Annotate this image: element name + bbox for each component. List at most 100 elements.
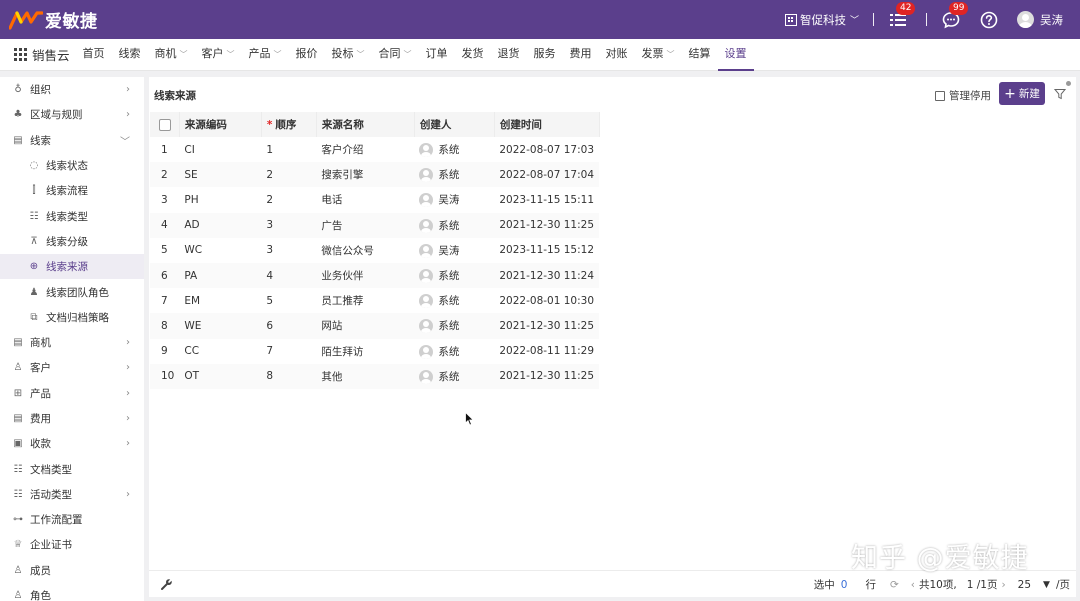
sidebar-item-11[interactable]: ♙ 客户 › bbox=[0, 355, 144, 380]
row-number-text: 7 bbox=[161, 294, 168, 307]
sidebar-item-5[interactable]: ☷ 线索类型 bbox=[0, 203, 144, 228]
nav-item-1[interactable]: 线索 bbox=[112, 39, 148, 71]
nav-item-6[interactable]: 投标 ﹀ bbox=[325, 39, 372, 71]
next-page-icon[interactable]: › bbox=[1001, 579, 1005, 591]
table-row[interactable]: 5 WC 3 微信公众号 吴涛 2023-11-15 15:12 bbox=[150, 238, 599, 263]
nav-item-12[interactable]: 费用 bbox=[563, 39, 599, 71]
wrench-icon[interactable] bbox=[160, 578, 173, 591]
prev-page-icon[interactable]: ‹ bbox=[911, 579, 915, 591]
creator-avatar-icon bbox=[419, 243, 434, 258]
table-row[interactable]: 9 CC 7 陌生拜访 系统 2022-08-11 11:29 bbox=[150, 339, 599, 364]
column-header-creator[interactable]: 创建人 bbox=[414, 112, 495, 137]
nav-item-5[interactable]: 报价 bbox=[289, 39, 325, 71]
avatar bbox=[1017, 11, 1034, 28]
nav-item-10[interactable]: 退货 bbox=[491, 39, 527, 71]
brand-logo[interactable]: 爱敏捷 bbox=[9, 7, 98, 32]
sidebar-item-20[interactable]: ♙ 角色 bbox=[0, 583, 144, 601]
sidebar-item-13[interactable]: ▤ 费用 › bbox=[0, 406, 144, 431]
nav-item-16[interactable]: 设置 bbox=[717, 39, 754, 71]
creator-cell-text: 系统 bbox=[438, 169, 460, 182]
table-row[interactable]: 10 OT 8 其他 系统 2021-12-30 11:25 bbox=[150, 363, 599, 389]
nav-item-8[interactable]: 订单 bbox=[419, 39, 455, 71]
building-icon bbox=[784, 13, 797, 26]
nav-item-0[interactable]: 首页 bbox=[76, 39, 112, 71]
sidebar-item-15[interactable]: ☷ 文档类型 bbox=[0, 456, 144, 481]
source-code-link[interactable]: AD bbox=[179, 212, 262, 238]
nav-item-13[interactable]: 对账 bbox=[599, 39, 635, 71]
nav-item-2[interactable]: 商机 ﹀ bbox=[148, 39, 195, 71]
source-code-link[interactable]: OT bbox=[179, 363, 262, 389]
table-row[interactable]: 8 WE 6 网站 系统 2021-12-30 11:25 bbox=[150, 313, 599, 339]
nav-item-11[interactable]: 服务 bbox=[527, 39, 563, 71]
table-row[interactable]: 7 EM 5 员工推荐 系统 2022-08-01 10:30 bbox=[150, 288, 599, 313]
source-code-link[interactable]: WC bbox=[179, 238, 261, 263]
help-button[interactable] bbox=[979, 10, 999, 30]
creator-cell: 吴涛 bbox=[414, 238, 494, 263]
tasks-badge: 42 bbox=[896, 1, 916, 15]
table-header-row: 来源编码 * 顺序 来源名称 创建人 创建时间 bbox=[150, 112, 600, 137]
column-header-code[interactable]: 来源编码 bbox=[179, 112, 262, 137]
refresh-icon[interactable]: ⟳ bbox=[890, 579, 899, 591]
sidebar-item-2[interactable]: ▤ 线索 ﹀ bbox=[0, 128, 144, 153]
app-switcher[interactable]: 销售云 bbox=[14, 45, 70, 64]
sidebar-item-14[interactable]: ▣ 收款 › bbox=[0, 431, 144, 456]
nav-item-14[interactable]: 发票 ﹀ bbox=[635, 39, 682, 71]
source-code-link[interactable]: PH bbox=[179, 187, 261, 212]
nav-item-label: 对账 bbox=[605, 46, 628, 60]
sidebar-item-9[interactable]: ⧉ 文档归档策略 bbox=[0, 305, 144, 330]
source-code-link[interactable]: SE bbox=[179, 162, 262, 188]
sidebar-item-4[interactable]: ⫿ 线索流程 bbox=[0, 178, 144, 203]
sidebar-item-6[interactable]: ⊼ 线索分级 bbox=[0, 229, 144, 254]
column-header-created[interactable]: 创建时间 bbox=[494, 112, 600, 137]
source-code-link[interactable]: CC bbox=[179, 339, 261, 364]
sidebar-item-12[interactable]: ⊞ 产品 › bbox=[0, 381, 144, 406]
new-button[interactable]: + 新建 bbox=[999, 82, 1045, 105]
sidebar-item-16[interactable]: ☷ 活动类型 › bbox=[0, 482, 144, 507]
source-code-link[interactable]: EM bbox=[179, 288, 261, 313]
filter-icon[interactable] bbox=[1054, 88, 1066, 100]
sidebar-item-1[interactable]: ♣ 区域与规则 › bbox=[0, 102, 144, 127]
sidebar-item-10[interactable]: ▤ 商机 › bbox=[0, 330, 144, 355]
nav-item-15[interactable]: 结算 bbox=[682, 39, 718, 71]
sidebar-item-label: 费用 bbox=[30, 413, 51, 425]
select-all-checkbox[interactable] bbox=[159, 118, 171, 131]
panel-title: 线索来源 bbox=[154, 90, 196, 102]
column-header-order[interactable]: * 顺序 bbox=[261, 112, 317, 137]
table-row[interactable]: 3 PH 2 电话 吴涛 2023-11-15 15:11 bbox=[150, 187, 599, 212]
nav-item-7[interactable]: 合同 ﹀ bbox=[372, 39, 419, 71]
table-row[interactable]: 6 PA 4 业务伙伴 系统 2021-12-30 11:24 bbox=[150, 262, 599, 289]
sidebar-item-label: 产品 bbox=[30, 387, 51, 400]
table-row[interactable]: 2 SE 2 搜索引擎 系统 2022-08-07 17:04 bbox=[150, 162, 599, 188]
user-menu[interactable]: 吴涛 bbox=[1017, 11, 1063, 28]
nav-item-3[interactable]: 客户 ﹀ bbox=[195, 39, 242, 71]
table-row[interactable]: 4 AD 3 广告 系统 2021-12-30 11:25 bbox=[150, 212, 599, 238]
sidebar-item-3[interactable]: ◌ 线索状态 bbox=[0, 153, 144, 178]
manage-disabled-button[interactable]: 管理停用 bbox=[935, 88, 991, 103]
column-header-order-label: 顺序 bbox=[275, 119, 297, 131]
messages-button[interactable]: 99 bbox=[941, 1, 969, 30]
sidebar-item-0[interactable]: ♁ 组织 › bbox=[0, 77, 144, 102]
created-time-cell: 2023-11-15 15:11 bbox=[494, 187, 599, 212]
sidebar-item-18[interactable]: ♕ 企业证书 bbox=[0, 532, 144, 557]
source-name-cell-text: 微信公众号 bbox=[321, 244, 374, 257]
row-number-text: 9 bbox=[161, 345, 168, 358]
source-code-link[interactable]: PA bbox=[179, 262, 262, 289]
nav-item-4[interactable]: 产品 ﹀ bbox=[242, 39, 289, 71]
sidebar-item-8[interactable]: ♟ 线索团队角色 bbox=[0, 279, 144, 304]
sidebar-item-17[interactable]: ⊶ 工作流配置 bbox=[0, 507, 144, 532]
company-switcher[interactable]: 智促科技 ﹀ bbox=[784, 12, 859, 28]
row-number-text: 1 bbox=[161, 143, 168, 156]
table-row[interactable]: 1 CI 1 客户介绍 系统 2022-08-07 17:03 bbox=[150, 137, 599, 162]
source-code-link[interactable]: CI bbox=[179, 137, 261, 162]
sidebar-item-7[interactable]: ⊕ 线索来源 bbox=[0, 254, 144, 280]
nav-item-9[interactable]: 发货 bbox=[455, 39, 491, 71]
sidebar-item-19[interactable]: ♙ 成员 bbox=[0, 558, 144, 583]
column-header-name[interactable]: 来源名称 bbox=[316, 112, 415, 137]
source-code-link[interactable]: WE bbox=[179, 313, 262, 339]
product-icon: ⊞ bbox=[13, 387, 23, 399]
tasks-button[interactable]: 42 bbox=[888, 1, 916, 30]
caret-down-icon[interactable]: ▼ bbox=[1043, 580, 1050, 590]
creator-avatar-icon bbox=[419, 143, 434, 158]
page-size-select[interactable]: 25 bbox=[1018, 579, 1031, 591]
created-time-cell: 2022-08-01 10:30 bbox=[494, 288, 599, 313]
